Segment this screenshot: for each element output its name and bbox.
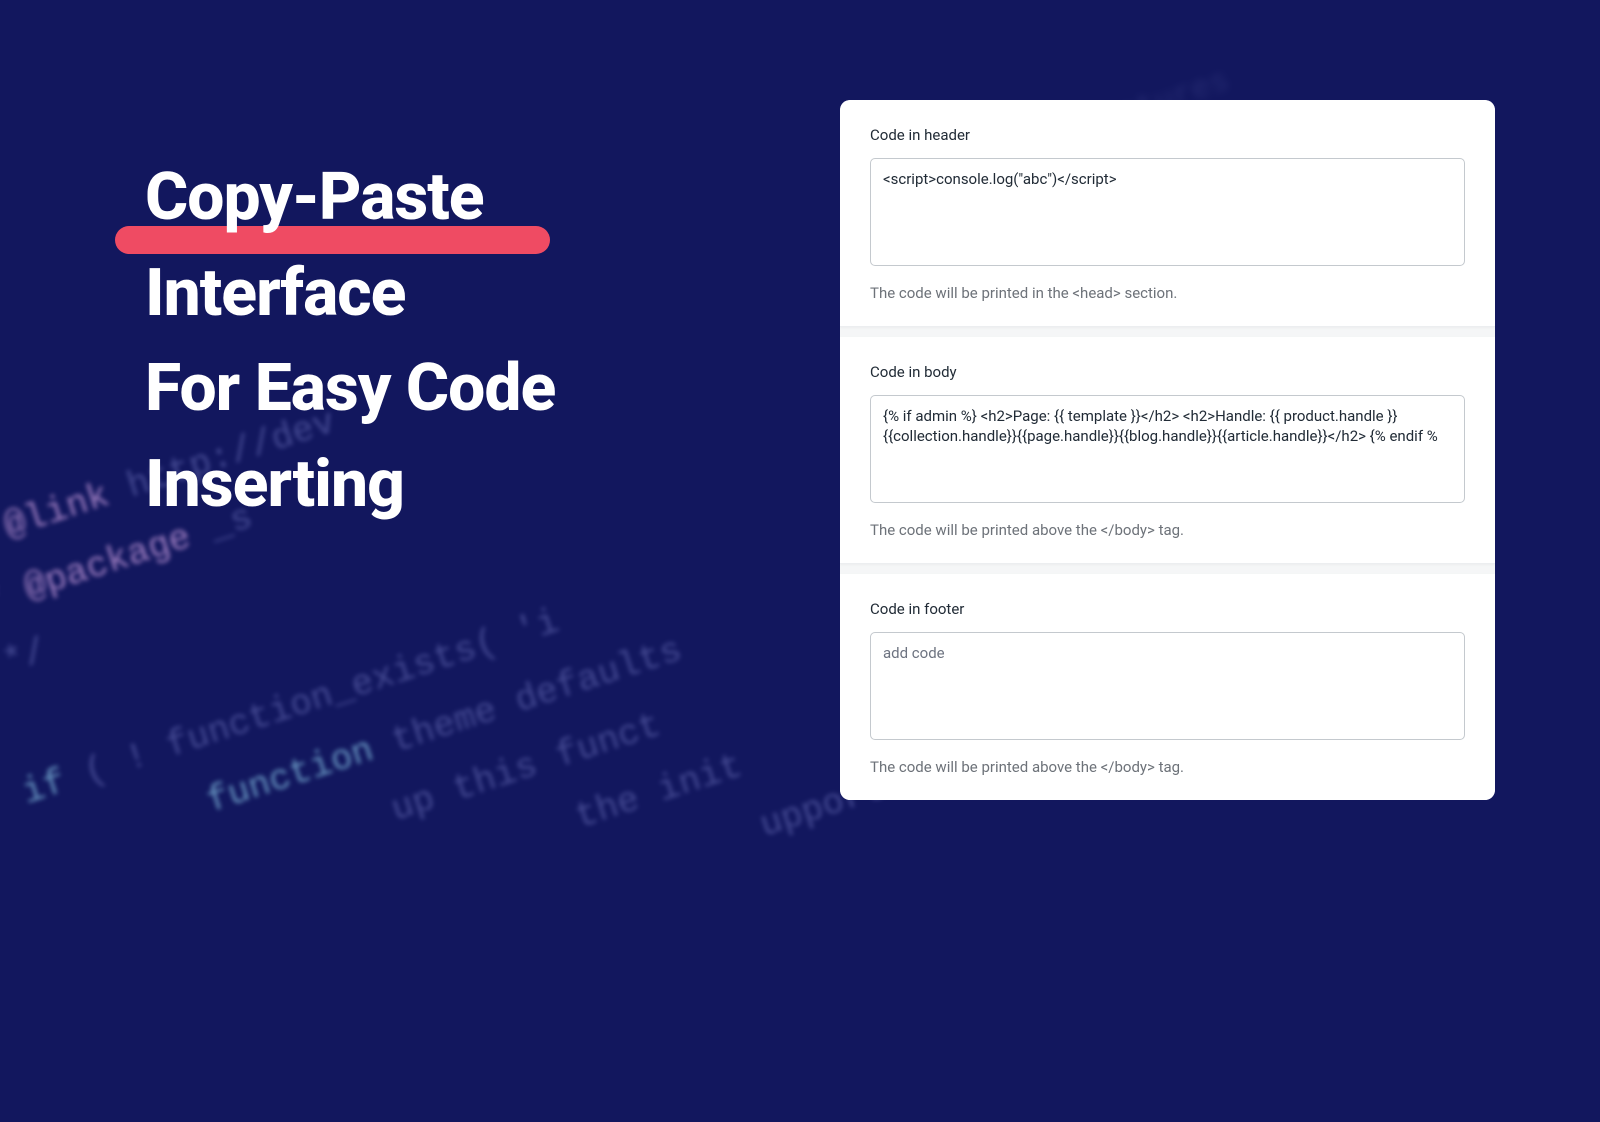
headline-line-2: Interface	[145, 255, 405, 332]
code-footer-label: Code in footer	[870, 600, 1465, 618]
code-header-card: Code in header The code will be printed …	[840, 100, 1495, 327]
code-header-label: Code in header	[870, 126, 1465, 144]
code-body-card: Code in body The code will be printed ab…	[840, 337, 1495, 564]
headline-line-4: Inserting	[145, 446, 404, 523]
code-body-caption: The code will be printed above the </bod…	[870, 521, 1465, 539]
code-header-caption: The code will be printed in the <head> s…	[870, 284, 1465, 302]
headline-line-3: For Easy Code	[145, 350, 555, 427]
code-editor-panel: Code in header The code will be printed …	[840, 100, 1495, 800]
headline-line-1: Copy-Paste	[145, 159, 484, 236]
headline: Copy-Paste Interface For Easy Code Inser…	[145, 150, 555, 533]
code-footer-card: Code in footer The code will be printed …	[840, 574, 1495, 800]
code-header-input[interactable]	[870, 158, 1465, 266]
code-body-input[interactable]	[870, 395, 1465, 503]
code-footer-caption: The code will be printed above the </bod…	[870, 758, 1465, 776]
code-footer-input[interactable]	[870, 632, 1465, 740]
code-body-label: Code in body	[870, 363, 1465, 381]
